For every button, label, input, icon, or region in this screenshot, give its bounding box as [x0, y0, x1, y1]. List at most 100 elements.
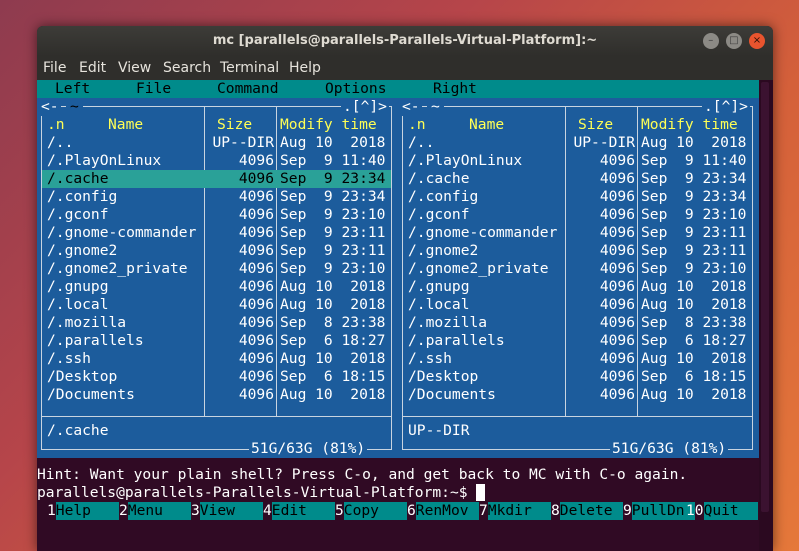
file-name: /.local	[47, 296, 109, 313]
left-panel[interactable]: <- ~ .[^]> .n Name Size Modify time /.. U…	[37, 98, 398, 458]
terminal-area[interactable]: Left File Command Options Right <- ~ .[^…	[37, 80, 759, 551]
file-row[interactable]: /.cache 4096 Sep 9 23:34	[403, 170, 752, 188]
file-size: 4096	[599, 350, 635, 367]
fkey-mkdir[interactable]: 7Mkdir	[479, 502, 551, 520]
file-row[interactable]: /.parallels 4096 Sep 6 18:27	[42, 332, 391, 350]
file-row[interactable]: /.gnome2 4096 Sep 9 23:11	[42, 242, 391, 260]
file-row[interactable]: /.gconf 4096 Sep 9 23:10	[403, 206, 752, 224]
scrollbar-thumb[interactable]	[761, 82, 769, 512]
right-modify-header[interactable]: Modify time	[641, 116, 738, 134]
left-size-header[interactable]: Size	[217, 116, 252, 134]
right-disk-usage: 51G/63G (81%)	[610, 440, 729, 458]
file-row[interactable]: /.gnome-commander 4096 Sep 9 23:11	[403, 224, 752, 242]
file-row[interactable]: /.config 4096 Sep 9 23:34	[403, 188, 752, 206]
left-name-header[interactable]: Name	[108, 116, 143, 134]
file-modified: Aug 10 2018	[280, 350, 386, 367]
file-row[interactable]: /.PlayOnLinux 4096 Sep 9 11:40	[42, 152, 391, 170]
file-row[interactable]: /.PlayOnLinux 4096 Sep 9 11:40	[403, 152, 752, 170]
file-modified: Aug 10 2018	[641, 350, 747, 367]
file-size: 4096	[238, 206, 274, 223]
file-row[interactable]: /Desktop 4096 Sep 6 18:15	[403, 368, 752, 386]
right-path-suffix[interactable]: .[^]>	[702, 98, 750, 116]
file-row[interactable]: /.gnome2_private 4096 Sep 9 23:10	[403, 260, 752, 278]
file-row[interactable]: /.gnome2 4096 Sep 9 23:11	[403, 242, 752, 260]
file-row[interactable]: /.gnupg 4096 Aug 10 2018	[42, 278, 391, 296]
terminal-menubar: File Edit View Search Terminal Help	[37, 56, 773, 80]
mc-menu-command[interactable]: Command	[217, 80, 279, 98]
file-row[interactable]: /.parallels 4096 Sep 6 18:27	[403, 332, 752, 350]
left-sort-indicator[interactable]: .n	[47, 116, 65, 134]
maximize-button[interactable]: □	[725, 33, 742, 49]
file-row[interactable]: /.ssh 4096 Aug 10 2018	[403, 350, 752, 368]
close-button[interactable]: ×	[749, 33, 765, 49]
left-path-prefix[interactable]: <-	[39, 98, 61, 116]
file-modified: Sep 9 11:40	[641, 152, 747, 169]
file-row[interactable]: /.mozilla 4096 Sep 8 23:38	[42, 314, 391, 332]
mc-menu-options[interactable]: Options	[325, 80, 387, 98]
left-modify-header[interactable]: Modify time	[280, 116, 377, 134]
shell-prompt[interactable]: parallels@parallels-Parallels-Virtual-Pl…	[37, 484, 486, 502]
file-name: /.mozilla	[408, 314, 488, 331]
file-row[interactable]: /.local 4096 Aug 10 2018	[42, 296, 391, 314]
terminal-scrollbar[interactable]	[759, 80, 773, 551]
file-name: /..	[47, 134, 74, 151]
file-row[interactable]: /.gnome-commander 4096 Sep 9 23:11	[42, 224, 391, 242]
menu-view[interactable]: View	[118, 56, 151, 80]
fkey-pulldn[interactable]: 9PullDn	[623, 502, 695, 520]
file-size: 4096	[599, 296, 635, 313]
file-row[interactable]: /.gnupg 4096 Aug 10 2018	[403, 278, 752, 296]
menu-file[interactable]: File	[43, 56, 66, 80]
fkey-quit[interactable]: 10Quit	[686, 502, 758, 520]
file-row[interactable]: /Documents 4096 Aug 10 2018	[403, 386, 752, 404]
right-path[interactable]: ~	[427, 98, 444, 116]
fkey-num: 9	[623, 502, 632, 519]
file-size: 4096	[238, 296, 274, 313]
file-row[interactable]: /Documents 4096 Aug 10 2018	[42, 386, 391, 404]
fkey-help[interactable]: 1Help	[47, 502, 119, 520]
file-row[interactable]: /.local 4096 Aug 10 2018	[403, 296, 752, 314]
file-row[interactable]: /.. UP--DIR Aug 10 2018	[403, 134, 752, 152]
fkey-num: 2	[119, 502, 128, 519]
terminal-window: mc [parallels@parallels-Parallels-Virtua…	[37, 26, 773, 551]
file-row[interactable]: /.gnome2_private 4096 Sep 9 23:10	[42, 260, 391, 278]
file-modified: Sep 9 23:11	[641, 224, 747, 241]
fkey-label: View	[199, 502, 263, 520]
left-path-suffix[interactable]: .[^]>	[341, 98, 389, 116]
mc-menu-file[interactable]: File	[136, 80, 171, 98]
menu-edit[interactable]: Edit	[79, 56, 106, 80]
file-modified: Sep 6 18:15	[641, 368, 747, 385]
fkey-edit[interactable]: 4Edit	[263, 502, 335, 520]
right-sort-indicator[interactable]: .n	[408, 116, 426, 134]
right-size-header[interactable]: Size	[578, 116, 613, 134]
fkey-num: 10	[686, 502, 704, 519]
mc-menu-left[interactable]: Left	[55, 80, 90, 98]
fkey-menu[interactable]: 2Menu	[119, 502, 191, 520]
fkey-renmov[interactable]: 6RenMov	[407, 502, 479, 520]
file-row[interactable]: /.mozilla 4096 Sep 8 23:38	[403, 314, 752, 332]
mc-menu-right[interactable]: Right	[433, 80, 477, 98]
minimize-button[interactable]: –	[702, 33, 719, 49]
file-name: /.gnupg	[47, 278, 109, 295]
right-path-prefix[interactable]: <-	[400, 98, 422, 116]
file-size: 4096	[599, 368, 635, 385]
file-row[interactable]: /Desktop 4096 Sep 6 18:15	[42, 368, 391, 386]
left-path[interactable]: ~	[66, 98, 83, 116]
fkey-copy[interactable]: 5Copy	[335, 502, 407, 520]
fkey-delete[interactable]: 8Delete	[551, 502, 623, 520]
right-panel[interactable]: <- ~ .[^]> .n Name Size Modify time /.. U…	[398, 98, 759, 458]
menu-help[interactable]: Help	[289, 56, 321, 80]
file-row[interactable]: /.config 4096 Sep 9 23:34	[42, 188, 391, 206]
menu-terminal[interactable]: Terminal	[220, 56, 279, 80]
file-modified: Sep 9 23:10	[280, 206, 386, 223]
right-status: UP--DIR	[408, 422, 470, 439]
right-name-header[interactable]: Name	[469, 116, 504, 134]
file-row[interactable]: /.ssh 4096 Aug 10 2018	[42, 350, 391, 368]
file-name: /.ssh	[408, 350, 452, 367]
file-row[interactable]: /.. UP--DIR Aug 10 2018	[42, 134, 391, 152]
file-row[interactable]: /.cache 4096 Sep 9 23:34	[42, 170, 391, 188]
menu-search[interactable]: Search	[163, 56, 211, 80]
title-bar[interactable]: mc [parallels@parallels-Parallels-Virtua…	[37, 26, 773, 56]
file-row[interactable]: /.gconf 4096 Sep 9 23:10	[42, 206, 391, 224]
fkey-view[interactable]: 3View	[191, 502, 263, 520]
left-status: /.cache	[47, 422, 109, 439]
